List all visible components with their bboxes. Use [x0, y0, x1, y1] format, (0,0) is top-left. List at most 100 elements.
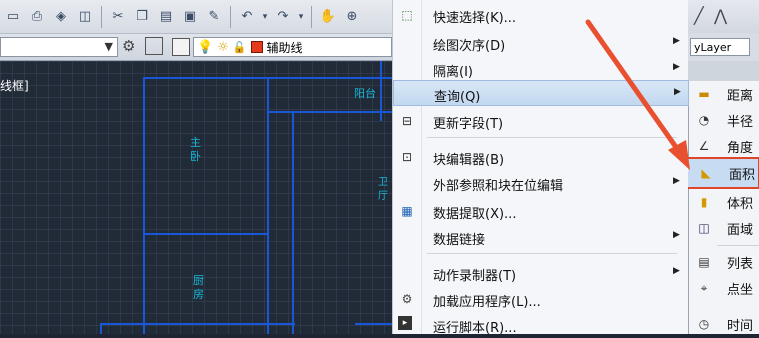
room-label-balcony: 阳台 — [354, 87, 376, 100]
save-icon[interactable]: ⎙ — [26, 6, 48, 28]
submenu-arrow-icon: ▶ — [673, 176, 680, 186]
undo-icon[interactable]: ↶ — [236, 6, 258, 28]
drawing-area[interactable]: 线框] 主 卧 厨 房 阳台 卫 厅 — [0, 61, 392, 334]
menu-divider — [427, 137, 677, 138]
submenu-item-label: 时间 — [727, 318, 754, 334]
menu-item-quick-select[interactable]: ⬚ 快速选择(K)... — [393, 2, 689, 28]
publish-icon[interactable]: ◈ — [50, 6, 72, 28]
menu-item-query[interactable]: 查询(Q) ▶ — [393, 80, 689, 106]
menu-item-label: 数据链接 — [433, 233, 486, 248]
copy-icon[interactable]: ❐ — [131, 6, 153, 28]
menu-item-run-script[interactable]: ▸ 运行脚本(R)... — [393, 312, 689, 338]
right-toolbar: ╱ ⋀ — [688, 0, 759, 34]
wall-line — [267, 111, 392, 113]
room-label-kitchen: 厨 房 — [193, 274, 204, 301]
area-icon: ◣ — [701, 166, 711, 180]
menu-item-action-recorder[interactable]: 动作录制器(T) ▶ — [393, 260, 689, 286]
toolbar-strip — [688, 61, 759, 81]
menu-item-label: 外部参照和块在位编辑 — [433, 179, 564, 194]
submenu-item-label: 角度 — [727, 140, 754, 156]
quick-select-icon: ⬚ — [401, 8, 413, 22]
submenu-arrow-icon: ▶ — [673, 62, 680, 72]
pan-icon[interactable]: ✋ — [317, 6, 339, 28]
layer-name: 辅助线 — [266, 40, 303, 55]
chevron-down-icon: ▼ — [104, 40, 113, 53]
submenu-item-label: 列表 — [727, 256, 754, 272]
menu-divider — [427, 253, 677, 254]
submenu-item-label: 距离 — [727, 88, 754, 104]
volume-icon: ▮ — [700, 195, 708, 209]
layers-icon[interactable]: ◫ — [74, 6, 96, 28]
submenu-item-distance[interactable]: ▬ 距离 — [689, 81, 759, 107]
menu-item-data-extract[interactable]: ▦ 数据提取(X)... — [393, 198, 689, 224]
menu-item-block-editor[interactable]: ⊡ 块编辑器(B) — [393, 144, 689, 170]
menu-item-label: 更新字段(T) — [433, 117, 504, 132]
context-menu: ⬚ 快速选择(K)... 绘图次序(D) ▶ 隔离(I) ▶ 查询(Q) ▶ ⊟… — [392, 0, 689, 336]
submenu-item-label: 点坐 — [727, 282, 754, 298]
grid-icon[interactable] — [145, 37, 163, 55]
angle-icon: ∠ — [698, 139, 710, 153]
new-icon[interactable]: ▭ — [2, 6, 24, 28]
room-label-bedroom: 主 卧 — [190, 136, 201, 163]
radius-icon: ◔ — [698, 113, 710, 127]
match-properties-icon[interactable]: ▣ — [179, 6, 201, 28]
wall-line — [100, 323, 295, 325]
sun-icon[interactable]: ☼ — [217, 40, 229, 55]
submenu-arrow-icon: ▶ — [674, 87, 681, 97]
menu-item-label: 动作录制器(T) — [433, 269, 517, 284]
data-extract-icon: ▦ — [401, 204, 413, 218]
submenu-item-label: 面域 — [727, 222, 754, 238]
submenu-item-list[interactable]: ▤ 列表 — [689, 249, 759, 275]
menu-item-label: 查询(Q) — [434, 90, 481, 105]
wall-line — [143, 77, 145, 334]
gear-icon[interactable]: ⚙ — [122, 37, 135, 55]
layer-color-swatch — [250, 41, 263, 53]
menu-item-xref-edit[interactable]: 外部参照和块在位编辑 ▶ — [393, 170, 689, 196]
layers-toolbar: ▼ ⚙ 💡 ☼ 🔓 辅助线 — [0, 34, 392, 61]
query-submenu: ▬ 距离 ◔ 半径 ∠ 角度 ◣ 面积 ▮ 体积 ◫ 面域 ▤ 列表 ⌖ 点坐 … — [669, 81, 759, 337]
submenu-arrow-icon: ▶ — [673, 230, 680, 240]
brush-icon[interactable]: ✎ — [203, 6, 225, 28]
menu-item-update-field[interactable]: ⊟ 更新字段(T) — [393, 108, 689, 134]
draw-tool-icon[interactable]: ╱ — [694, 6, 704, 25]
submenu-item-region[interactable]: ◫ 面域 — [689, 215, 759, 241]
lock-icon[interactable]: 🔓 — [233, 41, 247, 54]
dropdown-arrow-icon[interactable]: ▾ — [260, 6, 270, 28]
paste-icon[interactable]: ▤ — [155, 6, 177, 28]
zoom-icon[interactable]: ⊕ — [341, 6, 363, 28]
submenu-item-volume[interactable]: ▮ 体积 — [689, 189, 759, 215]
menu-item-label: 数据提取(X)... — [433, 207, 517, 222]
menu-item-draw-order[interactable]: 绘图次序(D) ▶ — [393, 30, 689, 56]
submenu-item-angle[interactable]: ∠ 角度 — [689, 133, 759, 159]
cut-icon[interactable]: ✂ — [107, 6, 129, 28]
menu-item-label: 隔离(I) — [433, 65, 473, 80]
toolbar-divider — [230, 5, 231, 28]
bulb-icon[interactable]: 💡 — [197, 40, 213, 55]
distance-icon: ▬ — [698, 87, 710, 101]
wall-line — [143, 77, 392, 79]
menu-item-data-link[interactable]: 数据链接 ▶ — [393, 224, 689, 250]
linetype-combo[interactable]: yLayer — [690, 38, 750, 56]
submenu-arrow-icon: ▶ — [673, 36, 680, 46]
wall-line — [292, 111, 294, 334]
run-script-icon: ▸ — [398, 316, 412, 330]
load-app-icon: ⚙ — [401, 292, 413, 306]
standard-toolbar: ▭ ⎙ ◈ ◫ ✂ ❐ ▤ ▣ ✎ ↶ ▾ ↷ ▾ ✋ ⊕ — [0, 0, 392, 34]
submenu-item-time[interactable]: ◷ 时间 — [689, 311, 759, 337]
layer-properties-icon[interactable] — [172, 38, 190, 56]
submenu-item-label: 半径 — [727, 114, 754, 130]
time-icon: ◷ — [698, 317, 710, 331]
polyline-icon[interactable]: ⋀ — [714, 6, 727, 25]
wall-line — [267, 77, 269, 334]
menu-item-isolate[interactable]: 隔离(I) ▶ — [393, 56, 689, 82]
redo-icon[interactable]: ↷ — [272, 6, 294, 28]
workspace-combo[interactable]: ▼ — [0, 37, 118, 57]
submenu-item-radius[interactable]: ◔ 半径 — [689, 107, 759, 133]
menu-item-label: 块编辑器(B) — [433, 153, 505, 168]
menu-item-label: 加载应用程序(L)... — [433, 295, 541, 310]
dropdown-arrow-icon[interactable]: ▾ — [296, 6, 306, 28]
menu-item-load-application[interactable]: ⚙ 加载应用程序(L)... — [393, 286, 689, 312]
layer-combo[interactable]: 💡 ☼ 🔓 辅助线 — [193, 37, 392, 57]
viewport-label[interactable]: 线框] — [0, 77, 29, 94]
submenu-item-point[interactable]: ⌖ 点坐 — [689, 275, 759, 301]
